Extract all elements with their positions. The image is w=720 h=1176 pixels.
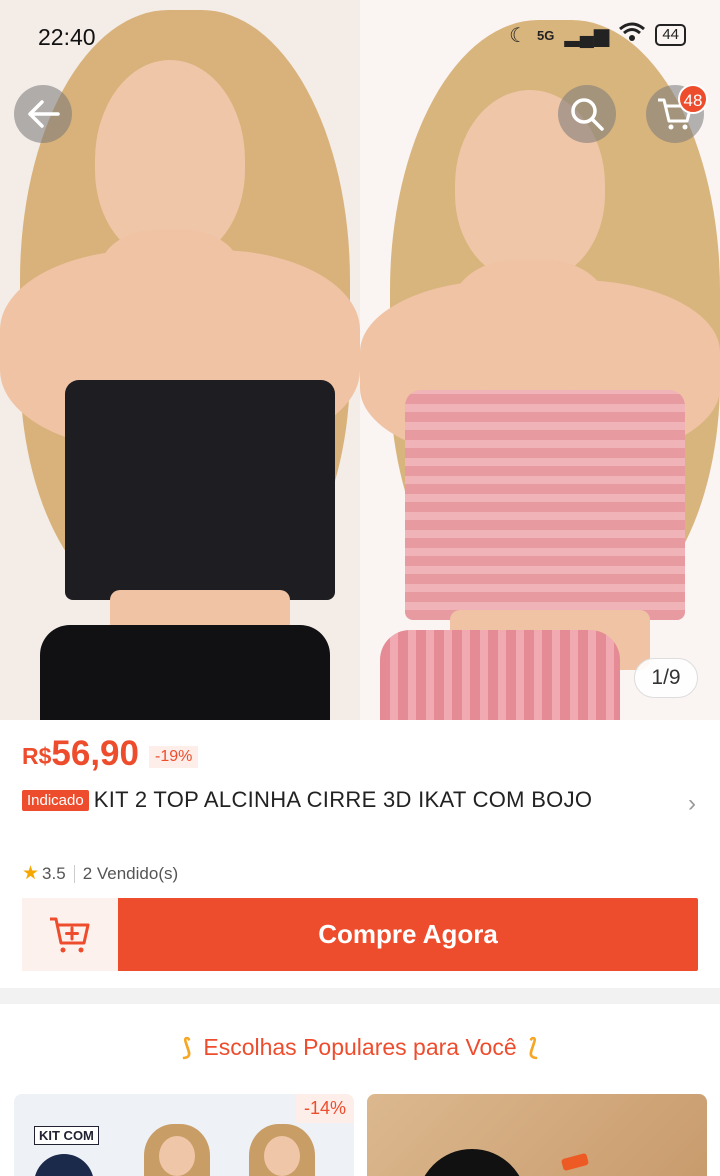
status-icons: ☾ 5G ▂▄▆ 44 bbox=[509, 22, 686, 48]
battery-icon: 44 bbox=[655, 24, 686, 46]
cart-count-badge: 48 bbox=[678, 84, 708, 114]
black-leggings bbox=[40, 625, 330, 720]
pink-top bbox=[405, 390, 685, 620]
status-time: 22:40 bbox=[38, 24, 96, 50]
cart-plus-icon bbox=[50, 917, 90, 952]
purchase-bar: Compre Agora bbox=[22, 898, 698, 971]
pink-leggings bbox=[380, 630, 620, 720]
product-title: KIT 2 TOP ALCINHA CIRRE 3D IKAT COM BOJO bbox=[93, 787, 593, 812]
recommended-product-card[interactable] bbox=[367, 1094, 707, 1176]
popular-heading-row: ⟆ Escolhas Populares para Você ⟅ bbox=[0, 1034, 720, 1061]
search-button[interactable] bbox=[558, 85, 616, 143]
price-row: R$ 56,90 -19% bbox=[22, 734, 199, 774]
moon-icon: ☾ bbox=[509, 24, 528, 47]
status-bar: 22:40 ☾ 5G ▂▄▆ 44 bbox=[0, 0, 720, 70]
right-sparkle-icon: ⟅ bbox=[528, 1034, 538, 1060]
network-label: 5G bbox=[537, 27, 555, 43]
product-page: 1/9 22:40 ☾ 5G ▂▄▆ 44 48 R$ 56,90 -19% I… bbox=[0, 0, 720, 1176]
rating-value: 3.5 bbox=[42, 863, 66, 883]
buy-now-button[interactable]: Compre Agora bbox=[118, 898, 698, 971]
add-to-cart-button[interactable] bbox=[22, 898, 118, 971]
product-price: 56,90 bbox=[51, 734, 139, 773]
card-discount-badge: -14% bbox=[295, 1094, 354, 1123]
star-icon: ★ bbox=[22, 863, 40, 884]
divider bbox=[73, 864, 75, 883]
search-icon bbox=[571, 98, 604, 131]
price-currency: R$ bbox=[22, 743, 52, 769]
card-kit-label: KIT COM bbox=[34, 1126, 99, 1145]
wifi-icon bbox=[619, 22, 646, 48]
product-info: R$ 56,90 -19% Indicado KIT 2 TOP ALCINHA… bbox=[0, 720, 720, 988]
card-model-face bbox=[264, 1136, 300, 1176]
product-title-row[interactable]: Indicado KIT 2 TOP ALCINHA CIRRE 3D IKAT… bbox=[22, 787, 702, 813]
sold-count: 2 Vendido(s) bbox=[82, 863, 179, 883]
black-top bbox=[65, 380, 335, 600]
signal-icon: ▂▄▆ bbox=[564, 24, 610, 47]
popular-picks-section: ⟆ Escolhas Populares para Você ⟅ KIT COM -… bbox=[0, 1004, 720, 1176]
chevron-right-icon[interactable]: › bbox=[688, 790, 696, 818]
recommended-product-card[interactable]: KIT COM -14% bbox=[14, 1094, 354, 1176]
image-counter: 1/9 bbox=[634, 658, 698, 698]
popular-heading: Escolhas Populares para Você bbox=[203, 1034, 517, 1060]
model-neck bbox=[450, 260, 610, 390]
card-cap-image bbox=[417, 1149, 527, 1176]
back-button[interactable] bbox=[14, 85, 72, 143]
discount-badge: -19% bbox=[149, 746, 199, 768]
card-model-face bbox=[159, 1136, 195, 1176]
arrow-left-icon bbox=[28, 100, 60, 128]
left-sparkle-icon: ⟆ bbox=[182, 1034, 192, 1060]
indicado-tag: Indicado bbox=[22, 789, 89, 811]
model-neck bbox=[100, 230, 240, 330]
card-cap-tag bbox=[560, 1152, 590, 1172]
card-number-graphic bbox=[34, 1154, 94, 1176]
rating-row: ★ 3.5 2 Vendido(s) bbox=[22, 862, 178, 885]
